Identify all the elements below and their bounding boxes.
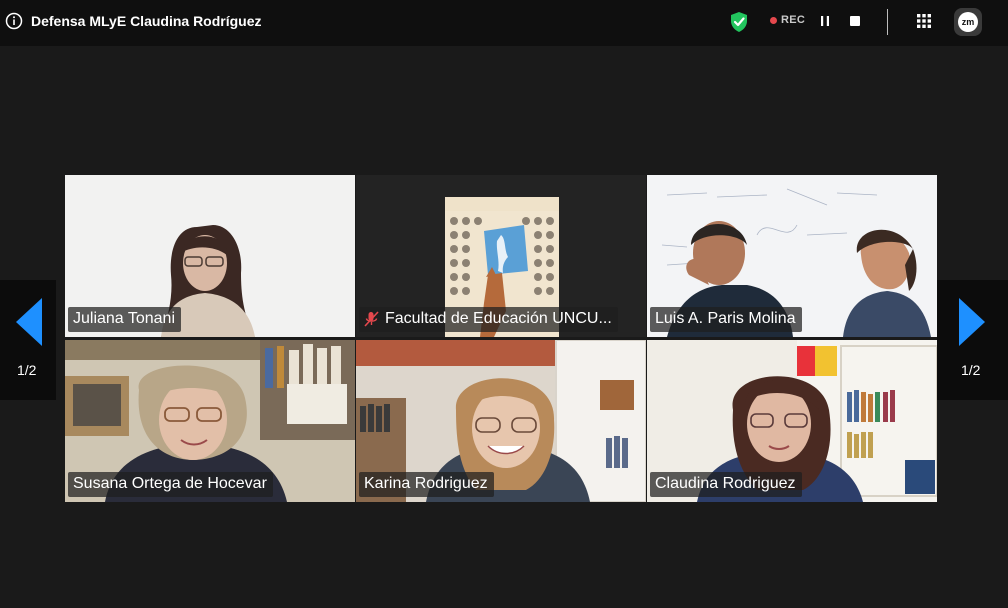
participant-name-tag: Claudina Rodriguez bbox=[650, 472, 802, 497]
participant-name-tag: Facultad de Educación UNCU... bbox=[359, 307, 618, 332]
recording-dot bbox=[770, 16, 777, 24]
stop-icon[interactable] bbox=[850, 16, 860, 26]
arrow-right-icon[interactable] bbox=[955, 296, 989, 348]
meeting-top-bar: Defensa MLyE Claudina Rodríguez REC zm bbox=[0, 0, 1008, 46]
pause-icon[interactable] bbox=[819, 15, 831, 27]
page-indicator-right: 1/2 bbox=[961, 362, 981, 378]
participant-name: Claudina Rodriguez bbox=[655, 475, 796, 492]
mic-muted-icon bbox=[364, 311, 379, 327]
participant-tile[interactable]: Juliana Tonani bbox=[65, 175, 355, 337]
participant-tile[interactable]: Susana Ortega de Hocevar bbox=[65, 340, 355, 502]
participant-name-tag: Luis A. Paris Molina bbox=[650, 307, 802, 332]
participant-tile-active-speaker[interactable]: Luis A. Paris Molina bbox=[647, 175, 937, 337]
participant-name: Luis A. Paris Molina bbox=[655, 310, 796, 327]
page-indicator-left: 1/2 bbox=[17, 362, 37, 378]
participant-name: Juliana Tonani bbox=[73, 310, 176, 327]
participant-name: Susana Ortega de Hocevar bbox=[73, 475, 267, 492]
previous-page-panel: 1/2 bbox=[0, 280, 56, 400]
participant-tile[interactable]: Facultad de Educación UNCU... bbox=[356, 175, 646, 337]
app-badge[interactable]: zm bbox=[954, 8, 982, 36]
next-page-panel: 1/2 bbox=[937, 280, 1008, 400]
arrow-left-icon[interactable] bbox=[12, 296, 46, 348]
participant-name-tag: Juliana Tonani bbox=[68, 307, 182, 332]
toolbar-divider bbox=[887, 9, 888, 35]
meeting-title: Defensa MLyE Claudina Rodríguez bbox=[31, 13, 262, 29]
participant-name-tag: Susana Ortega de Hocevar bbox=[68, 472, 273, 497]
app-badge-label: zm bbox=[958, 12, 978, 32]
shield-check-icon[interactable] bbox=[729, 11, 749, 33]
video-gallery: Juliana Tonani Facultad de Educación UNC… bbox=[65, 175, 937, 502]
recording-label: REC bbox=[781, 14, 806, 26]
participant-name: Facultad de Educación UNCU... bbox=[385, 310, 612, 327]
participant-tile[interactable]: Claudina Rodriguez bbox=[647, 340, 937, 502]
info-circle-icon[interactable] bbox=[5, 12, 23, 30]
participant-name: Karina Rodriguez bbox=[364, 475, 488, 492]
participant-tile[interactable]: Karina Rodriguez bbox=[356, 340, 646, 502]
recording-indicator: REC bbox=[770, 14, 805, 26]
grid-icon[interactable] bbox=[917, 14, 931, 28]
participant-name-tag: Karina Rodriguez bbox=[359, 472, 494, 497]
